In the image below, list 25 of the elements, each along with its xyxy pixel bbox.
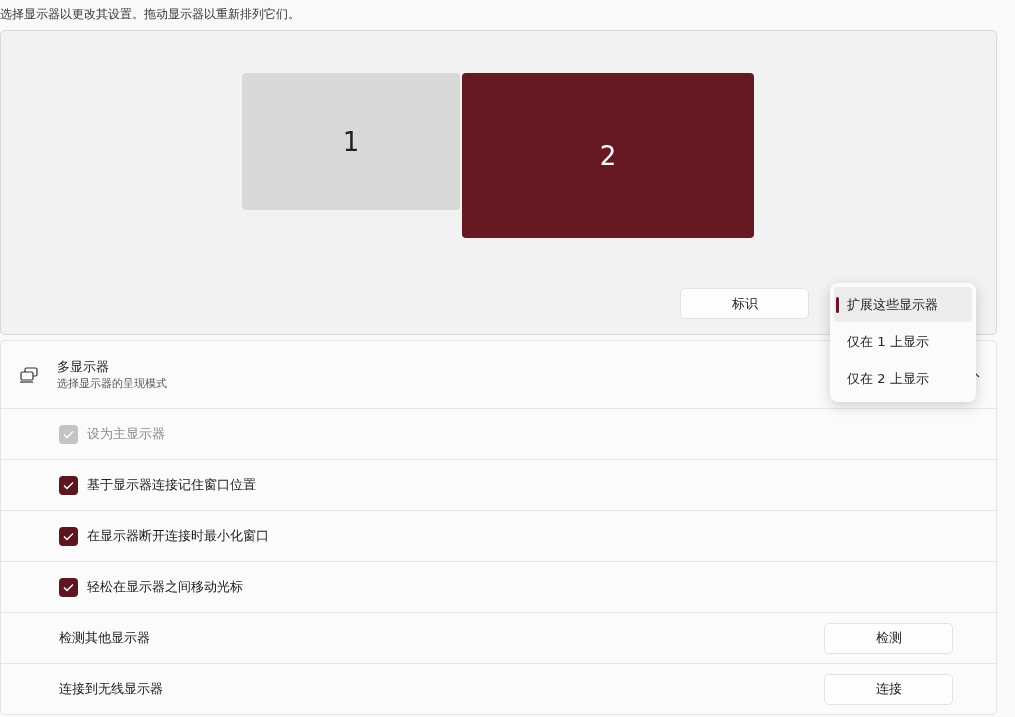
checkmark-icon [63, 429, 74, 439]
action-button[interactable]: 连接 [824, 673, 953, 705]
checkmark-icon [63, 531, 74, 541]
monitor-tile[interactable]: 1 [242, 73, 460, 210]
setting-label: 连接到无线显示器 [59, 680, 164, 698]
section-title: 多显示器 [57, 358, 110, 376]
menu-item[interactable]: 仅在 1 上显示 [834, 324, 972, 359]
identify-button[interactable]: 标识 [680, 288, 809, 319]
section-subtitle: 选择显示器的呈现模式 [57, 376, 167, 391]
checkbox-label: 基于显示器连接记住窗口位置 [87, 476, 257, 494]
instructions-text: 选择显示器以更改其设置。拖动显示器以重新排列它们。 [0, 6, 301, 23]
action-button[interactable]: 检测 [824, 622, 953, 654]
monitor-tile[interactable]: 2 [462, 73, 754, 238]
checkbox[interactable] [59, 577, 78, 597]
checkbox[interactable] [59, 475, 78, 495]
setting-label: 检测其他显示器 [59, 629, 151, 647]
checkbox-label: 在显示器断开连接时最小化窗口 [87, 527, 270, 545]
checkbox[interactable] [59, 526, 78, 546]
menu-item[interactable]: 扩展这些显示器 [834, 287, 972, 322]
checkmark-icon [63, 582, 74, 592]
menu-item[interactable]: 仅在 2 上显示 [834, 361, 972, 396]
checkbox-label: 轻松在显示器之间移动光标 [87, 578, 244, 596]
checkbox-label: 设为主显示器 [87, 425, 166, 443]
monitors-icon [19, 366, 39, 383]
checkmark-icon [63, 480, 74, 490]
